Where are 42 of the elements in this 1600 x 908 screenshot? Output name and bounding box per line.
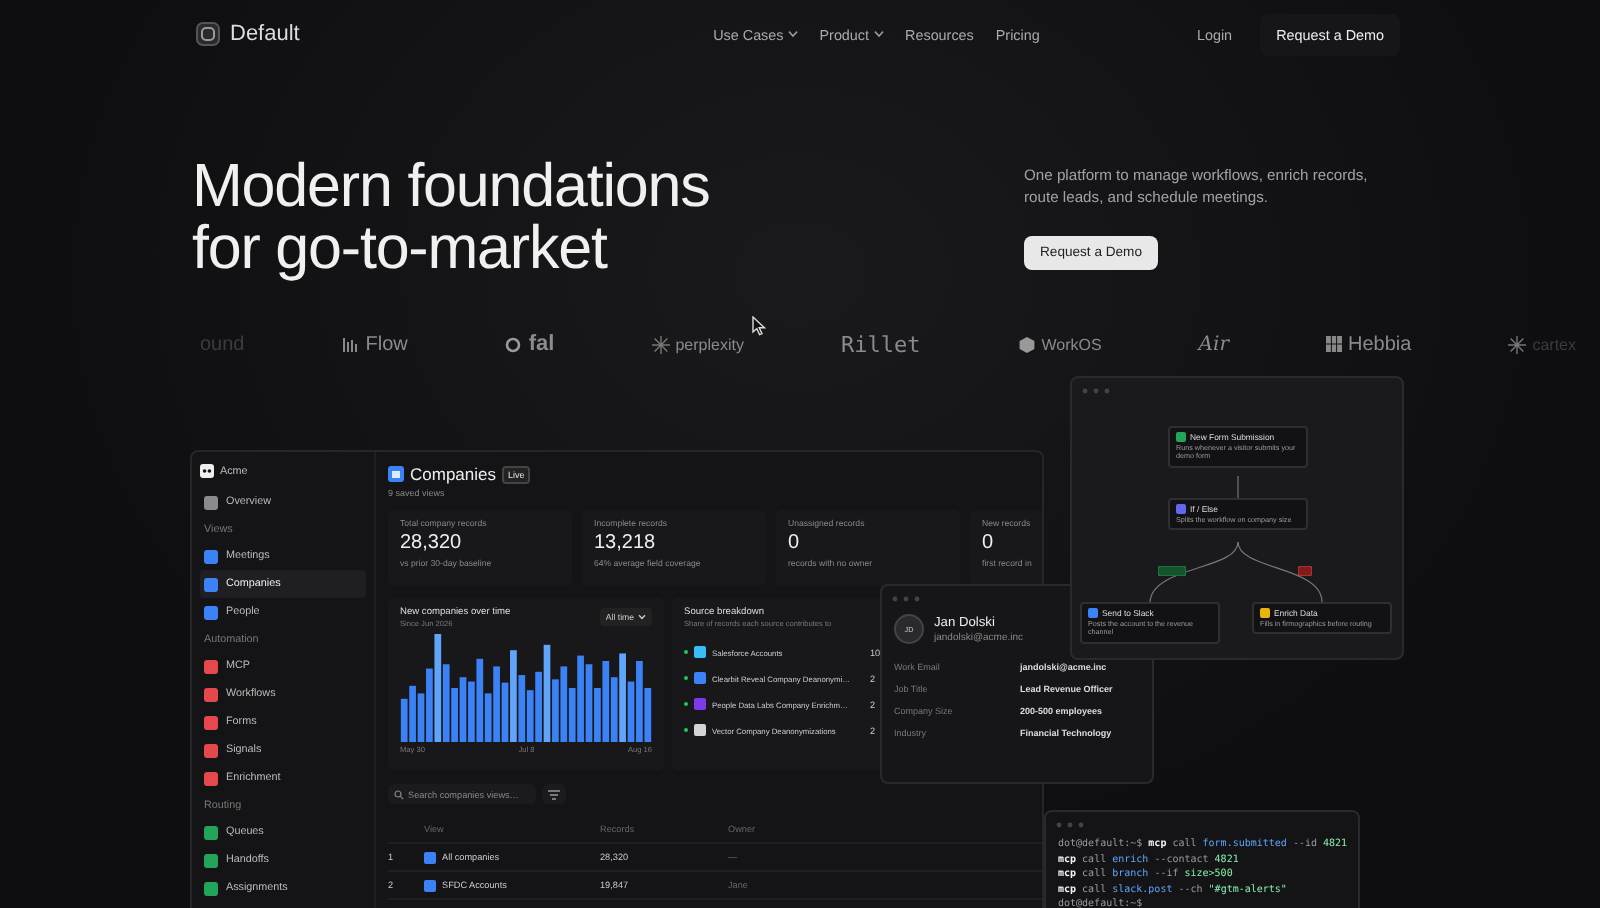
- company-logo: fal: [528, 332, 555, 356]
- brand-name[interactable]: Default: [230, 22, 300, 46]
- window-controls-icon: [892, 596, 920, 602]
- company-logo: Hebbia: [1348, 333, 1412, 355]
- company-logo: Rillet: [840, 331, 921, 357]
- filter-icon: [548, 789, 560, 799]
- stat-value: 13,218: [594, 532, 658, 554]
- company-logo: WorkOS: [1041, 335, 1102, 353]
- folder-icon: [388, 466, 404, 482]
- stat-value: 0: [788, 532, 802, 554]
- stat-value: 0: [982, 532, 996, 554]
- node-icon: [1260, 608, 1270, 618]
- branch-label-pill: [1158, 566, 1186, 576]
- burst-logo-icon: [1508, 335, 1527, 353]
- bars-logo-icon: [341, 336, 360, 352]
- ring-logo-icon: [504, 335, 523, 353]
- node-icon: [1176, 432, 1186, 442]
- window-controls-icon: [1056, 822, 1084, 828]
- grid-logo-icon: [1326, 336, 1342, 352]
- folder-icon: [424, 879, 436, 891]
- company-logo: perplexity: [675, 335, 744, 353]
- hexagon-logo-icon: [1017, 335, 1036, 353]
- node-icon: [1176, 504, 1186, 514]
- logo-icon: [196, 22, 220, 46]
- company-logo: Flow: [365, 333, 408, 355]
- workspace-icon: [200, 463, 214, 477]
- filter-button[interactable]: [542, 784, 566, 804]
- window-controls-icon: [1082, 388, 1110, 394]
- node-icon: [1088, 608, 1098, 618]
- connector-line: [1149, 541, 1239, 603]
- company-logo: Air: [1198, 333, 1229, 355]
- cursor-icon: [752, 316, 766, 336]
- hero-title: Modern foundations for go-to-market: [192, 156, 710, 286]
- branch-label-pill: [1298, 566, 1312, 576]
- connector-line: [1237, 541, 1323, 603]
- connector-line: [1237, 475, 1239, 499]
- folder-icon: [424, 851, 436, 863]
- search-icon: [394, 789, 404, 799]
- chevron-down-icon: [638, 614, 646, 620]
- burst-logo-icon: [651, 335, 670, 353]
- page-title: Companies: [410, 464, 496, 484]
- stat-value: 28,320: [400, 532, 464, 554]
